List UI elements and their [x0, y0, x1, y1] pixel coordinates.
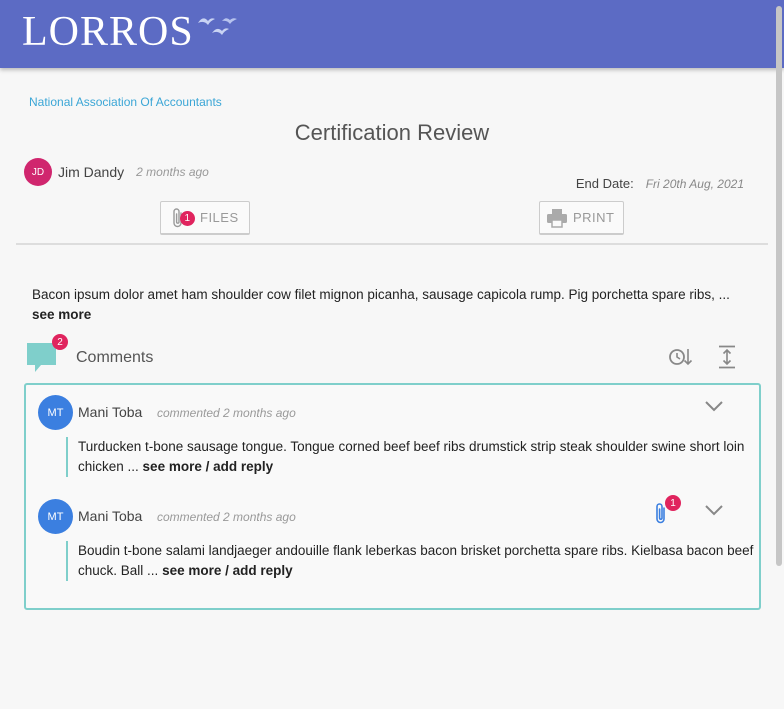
files-button[interactable]: 1 FILES	[160, 201, 250, 235]
expand-all-icon[interactable]	[718, 345, 736, 369]
lorros-logo[interactable]: LORROS	[22, 4, 240, 60]
comments-title: Comments	[76, 349, 154, 366]
birds-icon	[197, 18, 237, 35]
see-more-add-reply-link[interactable]: see more / add reply	[162, 563, 293, 578]
end-date: End Date: Fri 20th Aug, 2021	[576, 176, 744, 191]
files-count-badge: 1	[180, 211, 195, 226]
comment-author: Mani Toba	[78, 404, 143, 420]
comments-count-badge: 2	[52, 334, 68, 350]
see-more-add-reply-link[interactable]: see more / add reply	[143, 459, 274, 474]
comment-author: Mani Toba	[78, 508, 143, 524]
chevron-down-icon[interactable]	[704, 399, 724, 413]
avatar[interactable]: MT	[38, 395, 73, 430]
review-description: Bacon ipsum dolor amet ham shoulder cow …	[32, 285, 732, 325]
files-label: FILES	[200, 210, 239, 225]
end-date-label: End Date:	[575, 176, 634, 191]
comments-list: MT Mani Toba commented 2 months ago Turd…	[24, 383, 761, 610]
description-text: Bacon ipsum dolor amet ham shoulder cow …	[32, 287, 730, 302]
scrollbar[interactable]	[776, 6, 782, 566]
comment-time: commented 2 months ago	[157, 406, 296, 420]
author-time: 2 months ago	[136, 165, 209, 179]
avatar[interactable]: MT	[38, 499, 73, 534]
organization-link[interactable]: National Association Of Accountants	[29, 95, 222, 109]
print-button[interactable]: PRINT	[539, 201, 624, 235]
comment-time: commented 2 months ago	[157, 510, 296, 524]
see-more-link[interactable]: see more	[32, 307, 91, 322]
print-label: PRINT	[573, 210, 615, 225]
app-header: LORROS	[0, 0, 784, 68]
review-author: JD Jim Dandy 2 months ago	[24, 158, 209, 186]
author-name: Jim Dandy	[58, 164, 125, 180]
comment-body: Boudin t-bone salami landjaeger andouill…	[66, 541, 758, 581]
attachment-count-badge: 1	[665, 495, 681, 511]
sort-by-time-icon[interactable]	[668, 346, 694, 368]
printer-icon	[547, 208, 567, 228]
logo-text: LORROS	[22, 9, 194, 55]
chevron-down-icon[interactable]	[704, 503, 724, 517]
avatar[interactable]: JD	[24, 158, 52, 186]
comment-body: Turducken t-bone sausage tongue. Tongue …	[66, 437, 758, 477]
divider	[16, 243, 768, 245]
comments-header: 2 Comments	[26, 334, 746, 374]
end-date-value: Fri 20th Aug, 2021	[645, 177, 744, 191]
page-title: Certification Review	[294, 120, 490, 145]
